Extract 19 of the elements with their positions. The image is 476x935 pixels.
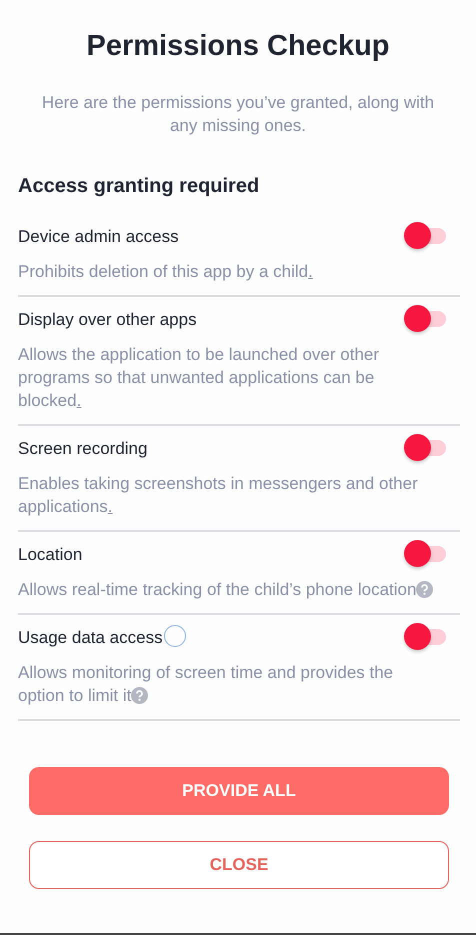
permission-description: Allows monitoring of screen time and provides the option to limit it [18, 662, 394, 707]
details-link[interactable]: . [76, 391, 82, 410]
permission-description: Allows real-time tracking of the child’s phone location [18, 578, 436, 601]
permission-description: Prohibits deletion of this app by a child. [18, 261, 314, 283]
touch-point-icon [164, 625, 186, 647]
details-link[interactable]: . [308, 262, 313, 281]
provide-all-button[interactable]: PROVIDE ALL [29, 767, 449, 815]
permission-name: Device admin access [18, 227, 179, 247]
permission-description: Enables taking screenshots in messengers and other applications. [18, 473, 419, 518]
permission-name: Screen recording [18, 439, 148, 459]
permission-name: Location [18, 545, 82, 565]
details-link[interactable]: . [108, 497, 113, 516]
section-heading: Access granting required [18, 175, 260, 198]
permission-name: Usage data access [18, 628, 163, 648]
close-button[interactable]: CLOSE [29, 841, 449, 889]
dialog-subtitle: Here are the permissions you’ve granted, along with any missing ones. [40, 92, 436, 137]
permission-name: Display over other apps [18, 310, 197, 330]
dialog-title: Permissions Checkup [86, 30, 390, 63]
permission-description: Allows the application to be launched over other programs so that unwanted applications can be blocked. [18, 344, 380, 412]
